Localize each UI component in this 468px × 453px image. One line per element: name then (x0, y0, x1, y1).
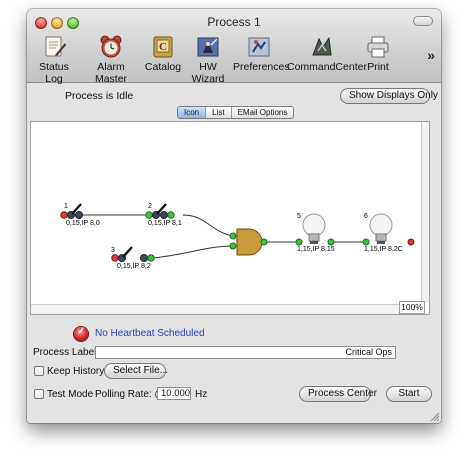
led-red-icon (60, 211, 68, 219)
lamp-5[interactable]: 5 1,15,IP 8,15 (295, 213, 335, 253)
led-green-icon (362, 238, 370, 246)
led-green-icon (327, 238, 335, 246)
toolbar: Status Log Alarm Master C Catalog HW Wiz… (27, 33, 441, 85)
print-label: Print (367, 61, 389, 73)
tab-icon[interactable]: Icon (178, 107, 207, 118)
process-status: Process is Idle (65, 90, 134, 102)
wizard-icon (195, 35, 221, 59)
led-green-icon (260, 238, 268, 246)
vertical-scrollbar[interactable] (421, 122, 429, 302)
alarm-clock-icon (98, 35, 124, 59)
preferences-icon (246, 35, 272, 59)
process-diagram-canvas[interactable]: 1 0,15,IP 8,0 2 0,15,IP 8,1 3 0,15,IP 8,… (30, 121, 430, 315)
hw-wizard-button[interactable]: HW Wizard (183, 35, 233, 85)
switch-1-number: 1 (64, 203, 68, 210)
hw-wizard-label: HW Wizard (191, 61, 225, 85)
catalog-icon: C (150, 35, 176, 59)
lamp-5-number: 5 (297, 213, 301, 220)
switch-2[interactable]: 2 0,15,IP 8,1 (145, 203, 182, 227)
toolbar-overflow-icon[interactable]: » (427, 47, 435, 63)
diagram-svg: 1 0,15,IP 8,0 2 0,15,IP 8,1 3 0,15,IP 8,… (60, 203, 415, 270)
keep-history-label: Keep History (47, 366, 105, 377)
horizontal-scrollbar[interactable] (31, 304, 401, 314)
lamp-6[interactable]: 6 1,15,IP 8,2C (362, 213, 415, 253)
switch-2-label: 0,15,IP 8,1 (148, 220, 182, 227)
tab-list[interactable]: List (206, 107, 232, 118)
show-displays-only-button[interactable]: Show Displays Only (340, 88, 438, 104)
led-green-icon (167, 211, 175, 219)
title-bar: Process 1 Status Log Alarm Master C Cata… (27, 9, 441, 85)
status-log-icon (41, 35, 67, 59)
lamp-6-label: 1,15,IP 8,2C (364, 246, 403, 253)
test-mode-checkbox[interactable] (34, 389, 44, 399)
start-button[interactable]: Start (386, 386, 432, 402)
catalog-label: Catalog (144, 61, 182, 73)
and-gate[interactable] (229, 228, 268, 256)
preferences-label: Preferences (233, 61, 290, 73)
test-mode-label: Test Mode (47, 389, 94, 400)
window-title: Process 1 (207, 15, 261, 29)
tab-email-options[interactable]: EMail Options (231, 107, 294, 118)
led-green-icon (295, 238, 303, 246)
heartbeat-status-icon (74, 326, 88, 341)
svg-text:C: C (159, 41, 167, 53)
resize-grip-icon[interactable] (429, 411, 439, 421)
select-file-button[interactable]: Select File... (104, 363, 168, 379)
led-red-icon (407, 238, 415, 246)
heartbeat-link[interactable]: No Heartbeat Scheduled (95, 328, 205, 339)
status-log-button[interactable]: Status Log (31, 35, 77, 85)
switch-2-number: 2 (148, 203, 152, 210)
print-button[interactable]: Print (363, 35, 393, 73)
process-window: Process 1 Status Log Alarm Master C Cata… (27, 9, 441, 423)
preferences-button[interactable]: Preferences (233, 35, 290, 73)
command-center-icon (309, 35, 335, 59)
switch-3-label: 0,15,IP 8,2 (117, 263, 151, 270)
lamp-6-number: 6 (364, 213, 368, 220)
light-bulb-icon (302, 213, 326, 237)
alarm-master-button[interactable]: Alarm Master (81, 35, 141, 85)
led-green-icon (147, 254, 155, 262)
command-center-button[interactable]: CommandCenter (287, 35, 367, 73)
and-gate-icon (236, 228, 263, 256)
wire-switch2-gate (182, 214, 234, 237)
printer-icon (365, 35, 391, 59)
led-green-icon (229, 242, 237, 250)
toolbar-toggle-button[interactable] (413, 16, 433, 26)
command-center-label: CommandCenter (287, 61, 367, 73)
light-bulb-icon (369, 213, 393, 237)
process-center-button[interactable]: Process Center (299, 386, 377, 402)
wire-switch3-gate (152, 245, 234, 259)
led-red-icon (111, 254, 119, 262)
switch-3[interactable]: 3 0,15,IP 8,2 (111, 246, 155, 270)
process-label-field[interactable]: Critical Ops (95, 346, 396, 359)
led-green-icon (145, 211, 153, 219)
keep-history-checkbox[interactable] (34, 366, 44, 376)
polling-rate-field[interactable]: 10.000 (157, 387, 191, 400)
process-label-caption: Process Label: (33, 347, 100, 358)
switch-3-number: 3 (111, 247, 115, 254)
status-log-label: Status Log (39, 61, 69, 85)
alarm-master-label: Alarm Master (94, 61, 128, 85)
led-green-icon (229, 232, 237, 240)
polling-unit: Hz (195, 389, 208, 400)
polling-rate-label: Polling Rate: @ (95, 389, 165, 400)
view-mode-tabs: Icon List EMail Options (177, 106, 295, 119)
zoom-level[interactable]: 100% (399, 301, 425, 314)
catalog-button[interactable]: C Catalog (143, 35, 183, 73)
switch-1-label: 0,15,IP 8,0 (66, 220, 100, 227)
lamp-5-label: 1,15,IP 8,15 (297, 246, 335, 253)
